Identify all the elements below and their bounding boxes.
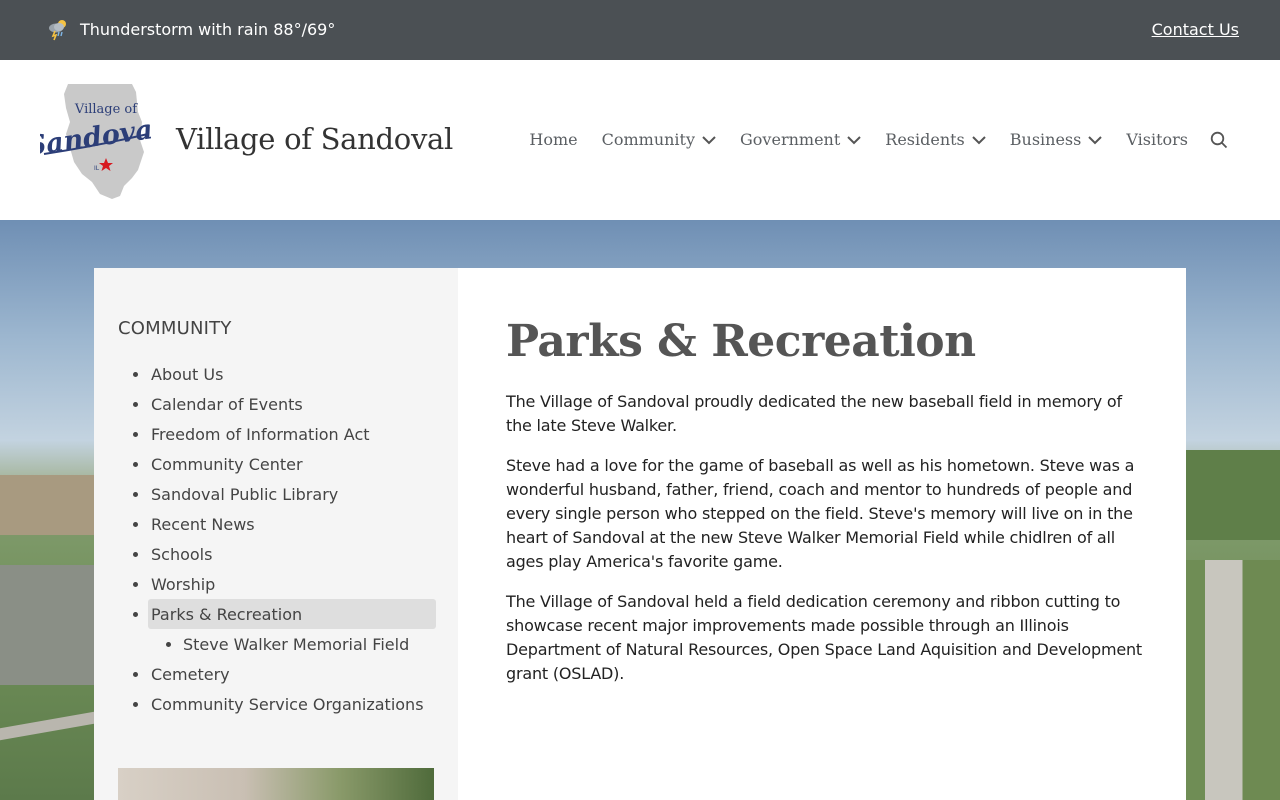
site-title[interactable]: Village of Sandoval xyxy=(176,122,453,156)
nav-business[interactable]: Business xyxy=(1010,130,1103,149)
sidebar-item-sandoval-public-library[interactable]: Sandoval Public Library xyxy=(118,479,436,509)
chevron-down-icon xyxy=(1088,135,1103,144)
contact-us-link[interactable]: Contact Us xyxy=(1152,20,1239,39)
village-logo[interactable]: Village of Sandoval IL xyxy=(25,82,165,200)
nav-residents[interactable]: Residents xyxy=(885,130,986,149)
nav-label: Business xyxy=(1009,130,1082,149)
sidebar-item-community-service-organizations[interactable]: Community Service Organizations xyxy=(118,689,436,719)
nav-government[interactable]: Government xyxy=(740,130,861,149)
sidebar-item-community-center[interactable]: Community Center xyxy=(118,449,436,479)
content-card: COMMUNITY About Us Calendar of Events Fr… xyxy=(94,268,1186,800)
thunderstorm-icon xyxy=(46,17,70,41)
site-header: Village of Sandoval IL Village of Sandov… xyxy=(0,60,1280,220)
nav-home[interactable]: Home xyxy=(529,130,577,149)
paragraph: The Village of Sandoval proudly dedicate… xyxy=(506,392,1122,435)
sidebar-item-calendar-of-events[interactable]: Calendar of Events xyxy=(118,389,436,419)
chevron-down-icon xyxy=(702,135,716,144)
sidebar: COMMUNITY About Us Calendar of Events Fr… xyxy=(94,268,458,800)
nav-label: Government xyxy=(740,130,841,149)
sidebar-item-recent-news[interactable]: Recent News xyxy=(118,509,436,539)
paragraph: The Village of Sandoval held a field ded… xyxy=(506,592,1142,683)
sidebar-image xyxy=(118,768,434,800)
sidebar-item-about-us[interactable]: About Us xyxy=(118,359,436,389)
top-bar: Thunderstorm with rain 88°/69° Contact U… xyxy=(0,0,1280,60)
sidebar-item-worship[interactable]: Worship xyxy=(118,569,436,599)
search-icon[interactable] xyxy=(1210,131,1228,149)
sidebar-item-parks-recreation[interactable]: Parks & Recreation xyxy=(133,599,436,629)
sidebar-item-steve-walker-memorial-field[interactable]: Steve Walker Memorial Field xyxy=(118,629,436,659)
paragraph: Steve had a love for the game of basebal… xyxy=(506,456,1135,571)
sidebar-item-freedom-of-information-act[interactable]: Freedom of Information Act xyxy=(118,419,436,449)
nav-label: Residents xyxy=(885,130,965,149)
logo-text-small: IL xyxy=(94,165,100,172)
sidebar-nav: About Us Calendar of Events Freedom of I… xyxy=(118,359,436,719)
nav-label: Community xyxy=(601,130,696,149)
logo-text-top: Village of xyxy=(74,102,138,117)
weather-widget: Thunderstorm with rain 88°/69° xyxy=(46,17,335,41)
nav-community[interactable]: Community xyxy=(602,130,716,149)
chevron-down-icon xyxy=(847,135,861,144)
sidebar-item-schools[interactable]: Schools xyxy=(118,539,436,569)
weather-text: Thunderstorm with rain 88°/69° xyxy=(80,19,336,39)
chevron-down-icon xyxy=(972,135,986,144)
page-title: Parks & Recreation xyxy=(506,316,976,367)
nav-label: Visitors xyxy=(1126,130,1188,149)
nav-label: Home xyxy=(529,130,578,149)
sidebar-item-cemetery[interactable]: Cemetery xyxy=(118,659,436,689)
main-nav: Home Community Government Residents Busi… xyxy=(529,130,1228,149)
sidebar-heading: COMMUNITY xyxy=(118,318,232,339)
nav-visitors[interactable]: Visitors xyxy=(1126,130,1188,149)
